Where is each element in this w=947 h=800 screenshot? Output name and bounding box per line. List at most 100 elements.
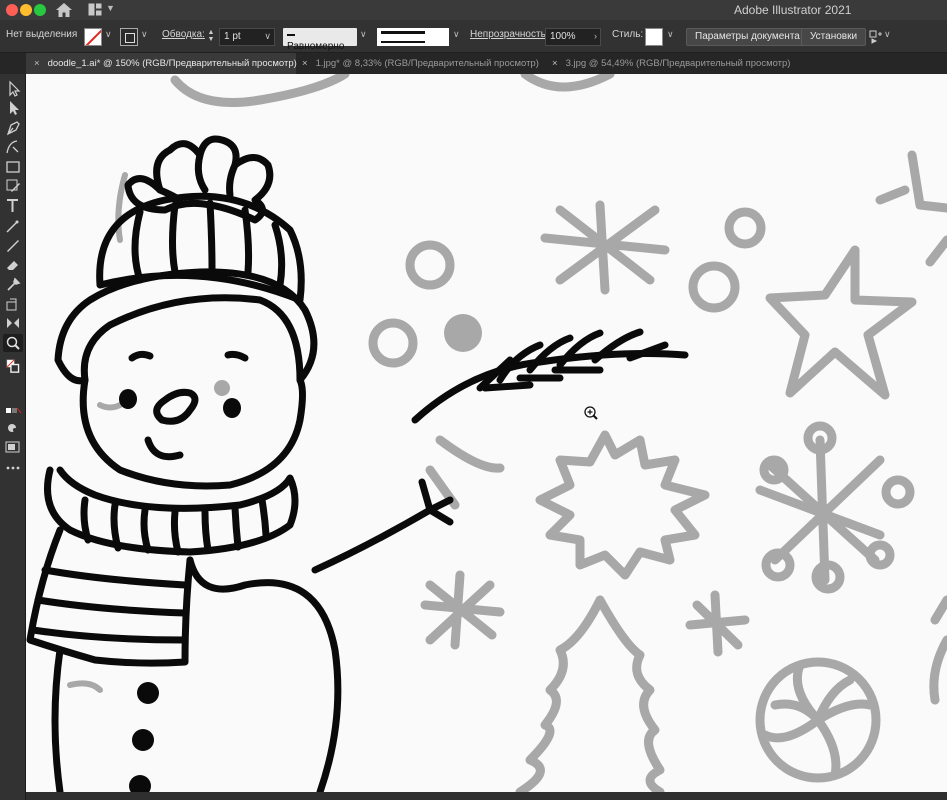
workspace-switcher-icon[interactable] <box>88 3 102 16</box>
fill-stroke-swatches[interactable] <box>3 359 23 377</box>
tab-label: 3.jpg @ 54,49% (RGB/Предварительный прос… <box>565 58 791 69</box>
template-snowman-shadow <box>67 172 128 693</box>
line-profile-icon <box>287 34 295 37</box>
brush-preview <box>381 31 425 43</box>
template-curve-top <box>170 74 350 107</box>
close-tab-icon[interactable]: × <box>34 58 40 69</box>
tab-3-jpg[interactable]: × 3.jpg @ 54,49% (RGB/Предварительный про… <box>546 53 806 74</box>
eyedropper-tool[interactable] <box>3 275 23 293</box>
eraser-tool[interactable] <box>3 256 23 274</box>
draw-inside-icon[interactable] <box>3 419 23 437</box>
brush-definition[interactable] <box>377 28 449 46</box>
template-curve-top-right <box>520 74 615 92</box>
button <box>129 775 151 792</box>
right-eye <box>223 398 241 418</box>
selection-tool[interactable] <box>3 80 23 98</box>
template-holly-right <box>929 595 947 705</box>
app-title: Adobe Illustrator 2021 <box>734 3 852 17</box>
opacity-label[interactable]: Непрозрачность: <box>470 29 549 40</box>
chevron-down-icon[interactable]: ∨ <box>667 29 674 40</box>
preferences-button[interactable]: Установки <box>801 28 867 46</box>
tools-panel <box>0 74 26 800</box>
curvature-tool[interactable] <box>3 138 23 156</box>
close-tab-icon[interactable]: × <box>552 58 558 69</box>
home-icon[interactable] <box>55 2 73 18</box>
arrange-documents-icon[interactable] <box>869 30 883 44</box>
tab-label: doodle_1.ai* @ 150% (RGB/Предварительный… <box>47 58 297 69</box>
stroke-weight-stepper[interactable]: ▲ ▼ <box>206 29 216 45</box>
screen-mode-icon[interactable] <box>3 438 23 456</box>
close-window-button[interactable] <box>6 4 18 16</box>
rotate-tool[interactable] <box>3 295 23 313</box>
stroke-weight-value: 1 pt <box>224 31 241 42</box>
minimize-window-button[interactable] <box>20 4 32 16</box>
pencil-tool[interactable] <box>3 177 23 195</box>
template-snowflake-star <box>540 200 670 295</box>
graphic-style-swatch[interactable] <box>645 28 663 46</box>
maximize-window-button[interactable] <box>34 4 46 16</box>
document-tabs: × doodle_1.ai* @ 150% (RGB/Предварительны… <box>0 53 947 74</box>
template-small-snowflake <box>420 570 505 650</box>
button <box>137 682 159 704</box>
template-star <box>765 245 917 400</box>
chevron-right-icon[interactable]: › <box>594 31 597 41</box>
chevron-down-icon[interactable]: ∨ <box>141 29 148 40</box>
tab-1-jpg[interactable]: × 1.jpg* @ 8,33% (RGB/Предварительный про… <box>296 53 546 74</box>
left-eye <box>119 389 137 409</box>
stroke-label[interactable]: Обводка: <box>162 29 205 40</box>
rectangle-tool[interactable] <box>3 158 23 176</box>
zoom-cursor-icon <box>584 406 598 420</box>
more-tools-icon[interactable] <box>3 459 23 477</box>
template-branch-shadow <box>425 435 505 510</box>
line-segment-tool[interactable] <box>3 217 23 235</box>
template-star-edge <box>907 150 947 267</box>
button <box>132 729 154 751</box>
nose <box>153 388 199 425</box>
template-circle <box>688 261 740 313</box>
template-small-star <box>685 590 750 657</box>
zoom-tool[interactable] <box>3 334 23 352</box>
body <box>51 556 342 792</box>
document-setup-button[interactable]: Параметры документа <box>686 28 809 46</box>
width-tool[interactable] <box>3 314 23 332</box>
opacity-value: 100% <box>550 31 576 42</box>
artwork <box>26 74 947 792</box>
control-bar: Нет выделения ∨ ∨ Обводка: ▲ ▼ 1 pt ∨ Рав… <box>0 20 947 53</box>
title-bar: ▼ Adobe Illustrator 2021 <box>0 0 947 20</box>
type-tool[interactable] <box>3 197 23 215</box>
hat-brim <box>54 268 318 385</box>
template-dot <box>444 314 482 352</box>
chevron-down-icon[interactable]: ∨ <box>264 31 271 42</box>
template-star-edge <box>875 185 910 205</box>
template-circle <box>724 207 766 249</box>
fill-swatch[interactable] <box>84 28 102 46</box>
tab-doodle-1[interactable]: × doodle_1.ai* @ 150% (RGB/Предварительны… <box>26 53 297 74</box>
direct-selection-tool[interactable] <box>3 99 23 117</box>
chevron-down-icon[interactable]: ∨ <box>360 29 367 40</box>
template-holly <box>515 595 665 792</box>
chevron-down-icon[interactable]: ▼ <box>106 3 115 13</box>
paintbrush-tool[interactable] <box>3 236 23 254</box>
template-burst <box>535 430 710 580</box>
opacity-field[interactable]: 100% › <box>545 28 601 46</box>
draw-mode-icon[interactable] <box>3 402 23 420</box>
pine-branch <box>411 350 689 424</box>
chevron-down-icon[interactable]: ∨ <box>453 29 460 40</box>
template-circle <box>368 318 418 368</box>
template-circle <box>405 240 455 290</box>
template-cheek <box>214 380 230 396</box>
tab-label: 1.jpg* @ 8,33% (RGB/Предварительный прос… <box>315 58 539 69</box>
template-snowflake <box>755 421 915 594</box>
artboard-canvas[interactable] <box>26 74 947 792</box>
stroke-swatch[interactable] <box>120 28 138 46</box>
selection-status: Нет выделения <box>6 29 78 40</box>
pen-tool[interactable] <box>3 119 23 137</box>
profile-value: Равномерно <box>287 41 345 52</box>
variable-width-profile[interactable]: Равномерно <box>283 28 357 52</box>
smile <box>144 436 184 461</box>
chevron-down-icon[interactable]: ∨ <box>105 29 112 40</box>
stroke-weight-field[interactable]: 1 pt ∨ <box>219 28 275 46</box>
chevron-down-icon[interactable]: ∨ <box>884 29 891 40</box>
close-tab-icon[interactable]: × <box>302 58 308 69</box>
style-label: Стиль: <box>612 29 644 40</box>
